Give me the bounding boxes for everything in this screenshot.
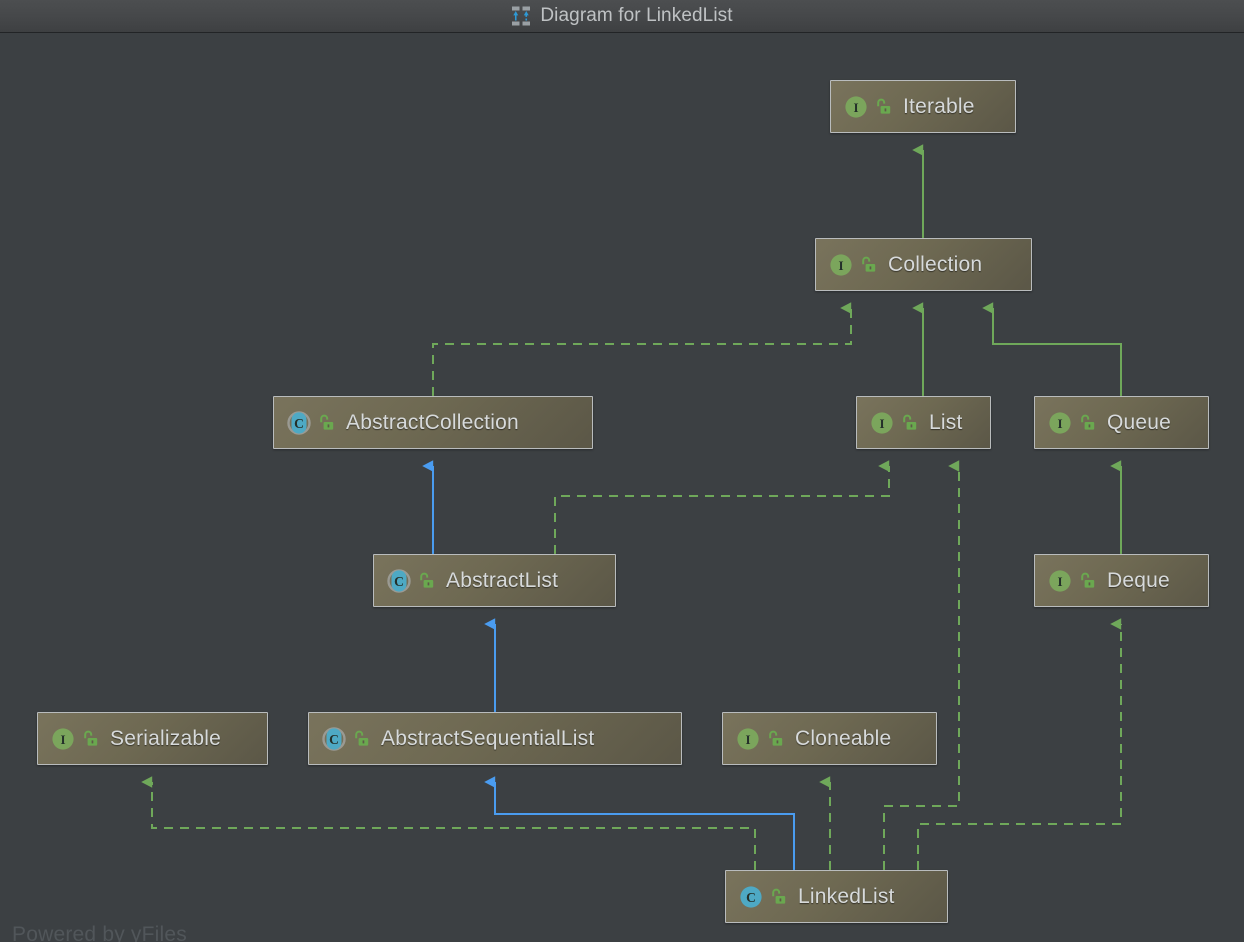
unlocked-padlock-icon bbox=[860, 256, 877, 273]
svg-text:C: C bbox=[394, 574, 404, 589]
abstract-class-badge-icon: C bbox=[287, 411, 311, 435]
edge-queue-to-collection bbox=[993, 308, 1121, 396]
node-badges: I bbox=[1048, 411, 1096, 435]
node-badges: C bbox=[287, 411, 335, 435]
node-queue[interactable]: I Queue bbox=[1034, 396, 1209, 449]
svg-text:C: C bbox=[329, 732, 339, 747]
node-serializable[interactable]: I Serializable bbox=[37, 712, 268, 765]
unlocked-padlock-icon bbox=[767, 730, 784, 747]
node-label: LinkedList bbox=[798, 885, 895, 909]
node-abstractcollection[interactable]: C AbstractCollection bbox=[273, 396, 593, 449]
svg-text:I: I bbox=[60, 732, 65, 747]
unlocked-padlock-icon bbox=[770, 888, 787, 905]
interface-badge-icon: I bbox=[51, 727, 75, 751]
uml-diagram-icon bbox=[511, 6, 531, 26]
node-badges: I bbox=[844, 95, 892, 119]
node-label: Iterable bbox=[903, 95, 975, 119]
node-label: AbstractSequentialList bbox=[381, 727, 594, 751]
svg-text:I: I bbox=[838, 258, 843, 273]
node-linkedlist[interactable]: C LinkedList bbox=[725, 870, 948, 923]
node-label: AbstractCollection bbox=[346, 411, 519, 435]
edge-linkedlist-to-abstractsequentiallist bbox=[495, 782, 794, 870]
node-badges: I bbox=[736, 727, 784, 751]
node-label: Collection bbox=[888, 253, 982, 277]
interface-badge-icon: I bbox=[829, 253, 853, 277]
node-label: Queue bbox=[1107, 411, 1171, 435]
svg-text:C: C bbox=[746, 890, 756, 905]
interface-badge-icon: I bbox=[1048, 569, 1072, 593]
node-badges: I bbox=[51, 727, 99, 751]
window-title: Diagram for LinkedList bbox=[540, 5, 732, 27]
node-badges: C bbox=[322, 727, 370, 751]
node-collection[interactable]: I Collection bbox=[815, 238, 1032, 291]
unlocked-padlock-icon bbox=[1079, 414, 1096, 431]
svg-text:I: I bbox=[1057, 574, 1062, 589]
node-abstractlist[interactable]: C AbstractList bbox=[373, 554, 616, 607]
node-cloneable[interactable]: I Cloneable bbox=[722, 712, 937, 765]
node-label: Deque bbox=[1107, 569, 1170, 593]
svg-text:I: I bbox=[879, 416, 884, 431]
interface-badge-icon: I bbox=[844, 95, 868, 119]
unlocked-padlock-icon bbox=[875, 98, 892, 115]
edge-abstractcollection-to-collection bbox=[433, 308, 851, 396]
node-deque[interactable]: I Deque bbox=[1034, 554, 1209, 607]
diagram-edges-layer bbox=[0, 34, 1244, 942]
abstract-class-badge-icon: C bbox=[387, 569, 411, 593]
node-label: Serializable bbox=[110, 727, 221, 751]
window-titlebar: Diagram for LinkedList bbox=[0, 0, 1244, 33]
edge-abstractlist-to-list bbox=[555, 466, 889, 554]
node-abstractsequentiallist[interactable]: C AbstractSequentialList bbox=[308, 712, 682, 765]
abstract-class-badge-icon: C bbox=[322, 727, 346, 751]
interface-badge-icon: I bbox=[1048, 411, 1072, 435]
svg-text:I: I bbox=[1057, 416, 1062, 431]
unlocked-padlock-icon bbox=[418, 572, 435, 589]
window-title-group: Diagram for LinkedList bbox=[511, 5, 732, 27]
node-label: Cloneable bbox=[795, 727, 891, 751]
node-badges: I bbox=[1048, 569, 1096, 593]
svg-text:I: I bbox=[853, 100, 858, 115]
unlocked-padlock-icon bbox=[82, 730, 99, 747]
node-label: AbstractList bbox=[446, 569, 558, 593]
svg-text:C: C bbox=[294, 416, 304, 431]
diagram-canvas[interactable]: I Iterable I Collection C AbstractCollection I… bbox=[0, 34, 1244, 942]
interface-badge-icon: I bbox=[870, 411, 894, 435]
yfiles-watermark: Powered by yFiles bbox=[12, 923, 187, 942]
node-badges: C bbox=[387, 569, 435, 593]
node-badges: I bbox=[829, 253, 877, 277]
unlocked-padlock-icon bbox=[901, 414, 918, 431]
node-label: List bbox=[929, 411, 962, 435]
interface-badge-icon: I bbox=[736, 727, 760, 751]
node-badges: C bbox=[739, 885, 787, 909]
edge-linkedlist-to-deque bbox=[918, 624, 1121, 870]
node-list[interactable]: I List bbox=[856, 396, 991, 449]
class-badge-icon: C bbox=[739, 885, 763, 909]
unlocked-padlock-icon bbox=[353, 730, 370, 747]
edge-linkedlist-to-serializable bbox=[152, 782, 755, 870]
node-iterable[interactable]: I Iterable bbox=[830, 80, 1016, 133]
unlocked-padlock-icon bbox=[318, 414, 335, 431]
edge-linkedlist-to-list bbox=[884, 466, 959, 870]
svg-text:I: I bbox=[745, 732, 750, 747]
unlocked-padlock-icon bbox=[1079, 572, 1096, 589]
node-badges: I bbox=[870, 411, 918, 435]
